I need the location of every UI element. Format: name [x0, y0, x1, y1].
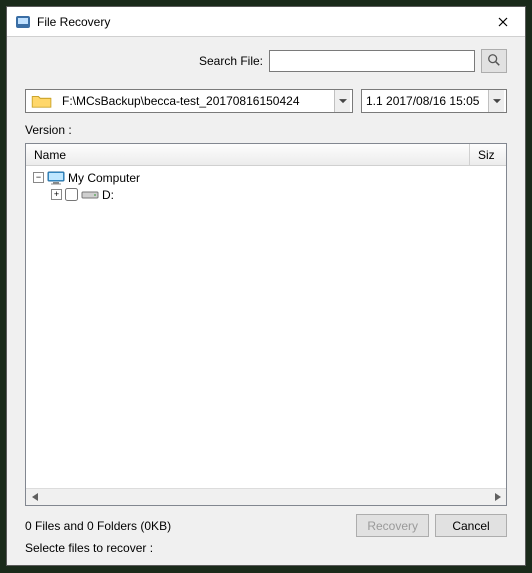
- tree-row-my-computer[interactable]: − My Computer: [30, 169, 506, 186]
- scroll-track[interactable]: [43, 489, 489, 506]
- titlebar: File Recovery: [7, 7, 525, 37]
- column-size[interactable]: Siz: [470, 144, 506, 165]
- tree-node-label: D:: [102, 188, 114, 202]
- instruction-text: Selecte files to recover :: [25, 541, 507, 555]
- file-tree-panel: Name Siz − My Computer +: [25, 143, 507, 506]
- window-title: File Recovery: [37, 15, 480, 29]
- scroll-right-icon[interactable]: [489, 489, 506, 506]
- folder-icon: [28, 92, 56, 110]
- collapse-icon[interactable]: −: [33, 172, 44, 183]
- backup-path-combo[interactable]: F:\MCsBackup\becca-test_20170816150424: [25, 89, 353, 113]
- expand-icon[interactable]: +: [51, 189, 62, 200]
- tree-row-drive-d[interactable]: + D:: [30, 186, 506, 203]
- search-input[interactable]: [269, 50, 475, 72]
- column-name[interactable]: Name: [26, 144, 470, 165]
- chevron-down-icon: [488, 90, 504, 112]
- horizontal-scrollbar[interactable]: [26, 488, 506, 505]
- version-combo[interactable]: 1.1 2017/08/16 15:05: [361, 89, 507, 113]
- dialog-body: Search File: F:\MCsBackup\becca-test_201…: [7, 37, 525, 565]
- search-label: Search File:: [199, 54, 263, 68]
- app-icon: [15, 14, 31, 30]
- search-icon: [487, 53, 501, 70]
- scroll-left-icon[interactable]: [26, 489, 43, 506]
- path-row: F:\MCsBackup\becca-test_20170816150424 1…: [25, 89, 507, 113]
- tree-header: Name Siz: [26, 144, 506, 166]
- version-label: Version :: [25, 123, 507, 137]
- backup-path-value: F:\MCsBackup\becca-test_20170816150424: [60, 94, 334, 108]
- recovery-button[interactable]: Recovery: [356, 514, 429, 537]
- drive-icon: [81, 188, 99, 202]
- tree-body[interactable]: − My Computer + D:: [26, 166, 506, 488]
- search-button[interactable]: [481, 49, 507, 73]
- file-recovery-window: File Recovery Search File: F:\MCsBackup\…: [6, 6, 526, 566]
- cancel-button[interactable]: Cancel: [435, 514, 507, 537]
- monitor-icon: [47, 171, 65, 185]
- footer: 0 Files and 0 Folders (0KB) Recovery Can…: [25, 506, 507, 555]
- version-value: 1.1 2017/08/16 15:05: [364, 94, 488, 108]
- close-button[interactable]: [480, 7, 525, 37]
- chevron-down-icon: [334, 90, 350, 112]
- drive-checkbox[interactable]: [65, 188, 78, 201]
- selection-status: 0 Files and 0 Folders (0KB): [25, 519, 350, 533]
- search-row: Search File:: [25, 49, 507, 73]
- tree-node-label: My Computer: [68, 171, 140, 185]
